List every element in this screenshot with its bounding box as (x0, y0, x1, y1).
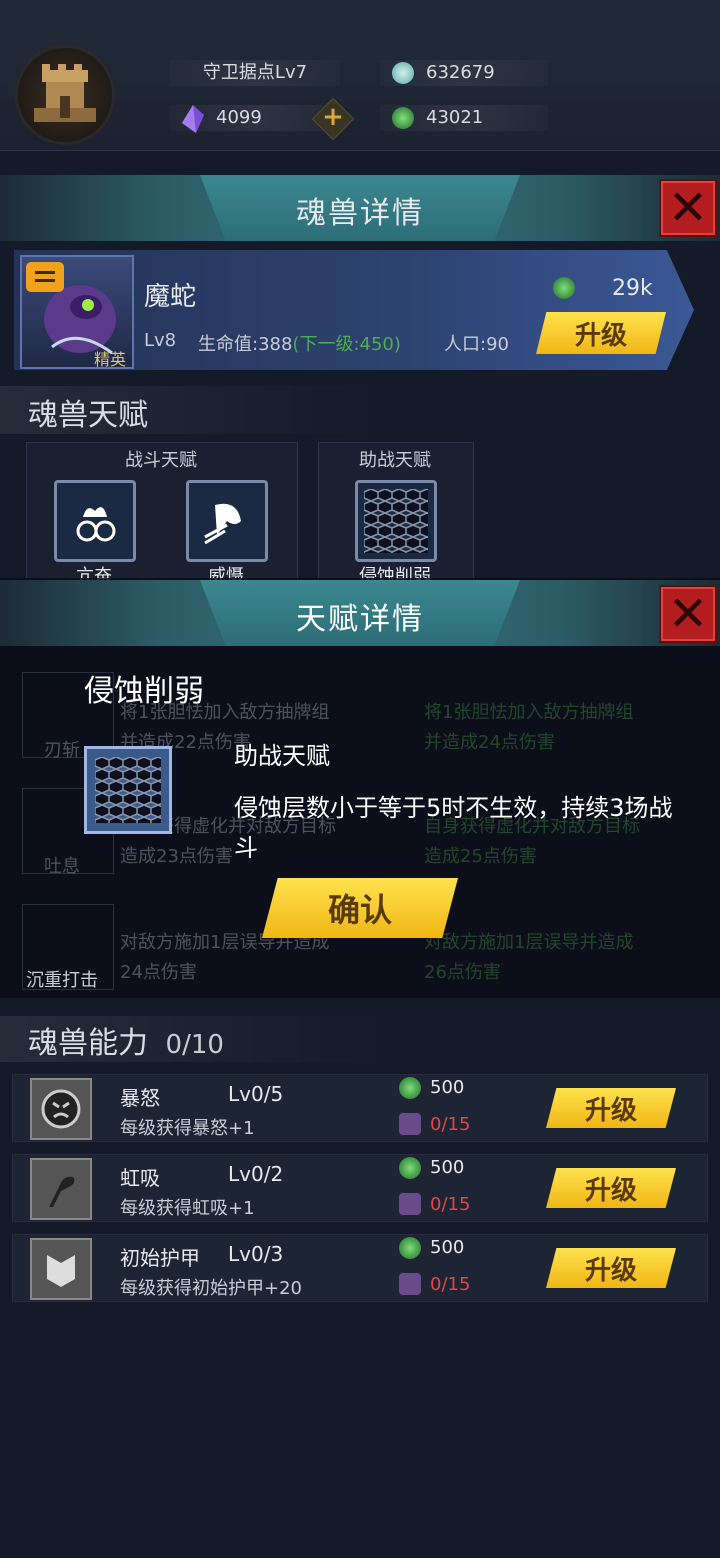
ability-section-title: 魂兽能力 0/10 (28, 1018, 224, 1062)
top-status-bar: 守卫据点Lv7 632679 4099 + 43021 (0, 0, 720, 151)
green-gem-icon (399, 1237, 421, 1259)
hp-next-value: (下一级:450) (292, 334, 401, 355)
green-currency-value: 43021 (426, 107, 484, 128)
beast-level: Lv8 (144, 330, 177, 351)
crystal-value: 4099 (216, 107, 262, 128)
purple-crystal-icon (182, 105, 204, 133)
beast-upgrade-button[interactable]: 升级 (536, 312, 666, 354)
confirm-button[interactable]: 确认 (262, 878, 458, 938)
talent-detail-title: 天赋详情 (296, 602, 424, 637)
talent-detail-type: 助战天赋 (234, 742, 330, 770)
close-icon: ✕ (667, 180, 709, 236)
beast-population: 人口:90 (444, 334, 509, 355)
ability-desc: 每级获得初始护甲+20 (120, 1278, 302, 1299)
rank-badge: 精英 (94, 350, 127, 369)
talent-deter-icon[interactable] (186, 480, 268, 562)
talent-detail-description: 侵蚀层数小于等于5时不生效，持续3场战斗 (234, 794, 673, 862)
talent-section-title: 魂兽天赋 (28, 398, 148, 433)
close-talent-detail-button[interactable]: ✕ (659, 585, 717, 643)
rage-icon (30, 1078, 92, 1140)
green-gem-icon (553, 277, 575, 299)
ability-name: 初始护甲 (120, 1246, 200, 1270)
ability-title-text: 魂兽能力 (28, 1026, 148, 1061)
ability-shards: 0/15 (430, 1114, 471, 1135)
talent-detail-erosion-icon (84, 746, 172, 834)
ability-name: 虹吸 (120, 1166, 160, 1190)
base-avatar-icon[interactable] (18, 48, 112, 142)
beast-hp: 生命值:388(下一级:450) (198, 330, 401, 356)
talent-excite-icon[interactable] (54, 480, 136, 562)
ability-upgrade-button[interactable]: 升级 (546, 1168, 676, 1208)
ability-cost: 500 (430, 1237, 465, 1258)
chat-bubble-icon[interactable] (26, 262, 64, 292)
base-level-label: 守卫据点Lv7 (170, 60, 340, 86)
beast-name: 魔蛇 (144, 282, 197, 312)
talent-detail-name: 侵蚀削弱 (84, 674, 204, 709)
bg-row-next: 对敌方施加1层误导并造成26点伤害 (424, 932, 634, 983)
ability-name: 暴怒 (120, 1086, 160, 1110)
coin-icon (392, 62, 414, 84)
coin-value: 632679 (426, 62, 495, 83)
hp-value: 生命值:388 (198, 334, 293, 355)
green-gem-icon (399, 1157, 421, 1179)
shard-icon (399, 1113, 421, 1135)
ability-cost: 500 (430, 1157, 465, 1178)
shard-icon (399, 1193, 421, 1215)
ability-count: 0/10 (165, 1030, 224, 1060)
bg-row-name: 吐息 (44, 856, 80, 877)
upgrade-cost: 29k (612, 276, 653, 301)
coin-counter: 632679 (380, 60, 548, 86)
talent-erosion-icon[interactable] (355, 480, 437, 562)
ability-cost: 500 (430, 1077, 465, 1098)
ability-shards: 0/15 (430, 1274, 471, 1295)
ability-level: Lv0/3 (228, 1242, 284, 1266)
ability-shards: 0/15 (430, 1194, 471, 1215)
bg-row-name: 沉重打击 (26, 970, 98, 991)
green-gem-icon (392, 107, 414, 129)
ability-level: Lv0/2 (228, 1162, 284, 1186)
combat-talent-title: 战斗天赋 (125, 450, 197, 471)
close-icon: ✕ (667, 586, 709, 642)
green-gem-icon (399, 1077, 421, 1099)
ability-desc: 每级获得虹吸+1 (120, 1198, 255, 1219)
support-talent-title: 助战天赋 (359, 450, 431, 471)
bg-row-next: 将1张胆怯加入敌方抽牌组并造成24点伤害 (424, 702, 634, 753)
green-currency-counter: 43021 (380, 105, 548, 131)
plus-icon: + (322, 102, 344, 132)
ability-upgrade-button[interactable]: 升级 (546, 1088, 676, 1128)
bg-row-name: 刃斩 (44, 740, 80, 761)
armor-icon (30, 1238, 92, 1300)
shard-icon (399, 1273, 421, 1295)
close-beast-detail-button[interactable]: ✕ (659, 179, 717, 237)
beast-detail-title: 魂兽详情 (296, 196, 424, 231)
ability-upgrade-button[interactable]: 升级 (546, 1248, 676, 1288)
ability-level: Lv0/5 (228, 1082, 284, 1106)
siphon-icon (30, 1158, 92, 1220)
ability-desc: 每级获得暴怒+1 (120, 1118, 255, 1139)
